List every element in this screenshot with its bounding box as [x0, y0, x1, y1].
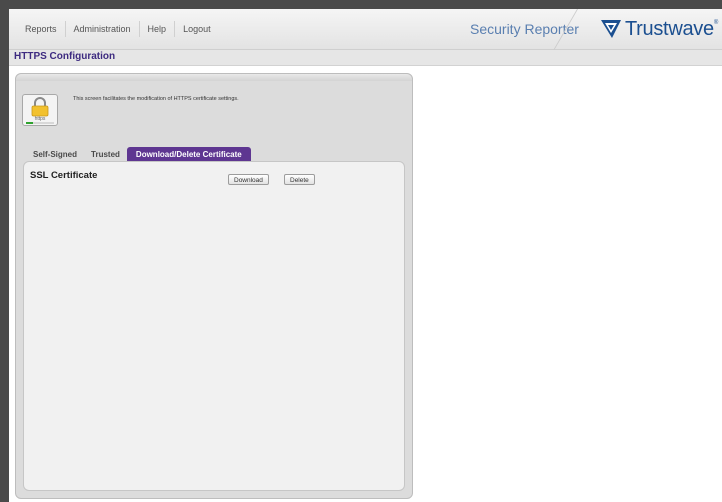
tab-bar: Self-Signed Trusted Download/Delete Cert…	[26, 146, 251, 162]
brand-name: Trustwave	[625, 17, 714, 40]
nav-item-reports[interactable]: Reports	[17, 21, 66, 37]
page-description: This screen facilitates the modification…	[73, 96, 239, 102]
panel-header-strip	[16, 74, 412, 81]
tab-download-delete-certificate[interactable]: Download/Delete Certificate	[126, 147, 251, 162]
brand-trademark: ®	[713, 20, 719, 26]
trustwave-mark-icon	[601, 20, 621, 38]
nav-item-administration[interactable]: Administration	[66, 21, 140, 37]
delete-button[interactable]: Delete	[284, 174, 315, 185]
https-icon-text: https	[35, 116, 46, 122]
ssl-certificate-title: SSL Certificate	[30, 170, 98, 181]
page-title-bar: HTTPS Configuration	[9, 50, 722, 66]
https-config-panel: https This screen facilitates the modifi…	[15, 73, 413, 499]
tab-trusted[interactable]: Trusted	[84, 148, 127, 162]
tab-content: SSL Certificate Download Delete	[23, 161, 405, 491]
nav-item-logout[interactable]: Logout	[175, 21, 219, 37]
download-button[interactable]: Download	[228, 174, 269, 185]
nav-item-help[interactable]: Help	[140, 21, 176, 37]
tab-self-signed[interactable]: Self-Signed	[26, 148, 84, 162]
trustwave-logo: Trustwave ®	[600, 16, 718, 42]
top-navigation-bar: Reports Administration Help Logout Secur…	[9, 9, 722, 57]
main-nav: Reports Administration Help Logout	[17, 9, 219, 49]
lock-icon: https	[26, 97, 54, 124]
page-title: HTTPS Configuration	[14, 51, 116, 62]
https-lock-icon: https	[22, 94, 58, 126]
